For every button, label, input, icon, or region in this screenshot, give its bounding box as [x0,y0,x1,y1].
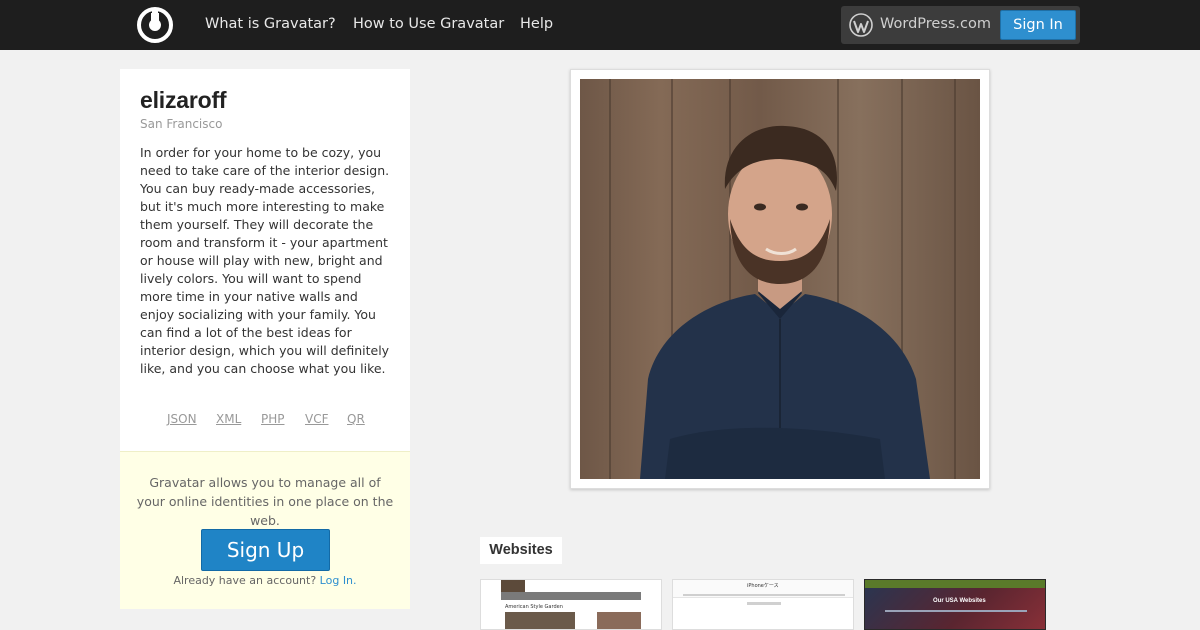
signup-promo: Gravatar allows you to manage all of you… [120,451,410,609]
thumb-2-title: iPhoneケース [747,583,779,589]
profile-format-links: JSON XML PHP VCF QR [120,412,410,430]
promo-text: Gravatar allows you to manage all of you… [136,475,394,528]
avatar-frame [570,69,990,489]
thumb-3-flag-background [865,588,1045,629]
format-xml-link[interactable]: XML [216,412,241,426]
sign-up-button[interactable]: Sign Up [201,529,330,571]
thumb-2-text-line [747,602,781,605]
format-vcf-link[interactable]: VCF [305,412,329,426]
wordpress-label[interactable]: WordPress.com [880,16,991,32]
profile-location: San Francisco [140,117,223,131]
profile-card: elizaroff San Francisco In order for you… [120,69,410,451]
wordpress-icon [849,13,873,37]
thumb-3-text-line [885,610,1027,612]
thumb-2-menu-line [683,594,845,596]
sign-in-button[interactable]: Sign In [1000,10,1076,40]
thumb-1-side-photo [597,612,641,629]
profile-username: elizaroff [140,87,227,113]
wordpress-login-box: WordPress.com Sign In [841,6,1080,44]
format-qr-link[interactable]: QR [347,412,365,426]
log-in-link[interactable]: Log In. [320,574,357,587]
promo-login-line: Already have an account? Log In. [120,574,410,587]
thumb-1-header-bar [501,592,641,600]
format-php-link[interactable]: PHP [261,412,285,426]
nav-help[interactable]: Help [520,16,553,32]
thumb-1-photo [505,612,575,629]
website-thumbnail-1[interactable]: American Style Garden [480,579,662,630]
thumb-3-title: Our USA Websites [933,598,986,604]
gravatar-logo-icon[interactable] [137,7,173,43]
profile-bio: In order for your home to be cozy, you n… [140,145,390,376]
thumb-1-logo [501,580,525,592]
top-bar: What is Gravatar? How to Use Gravatar He… [0,0,1200,50]
nav-what-is-gravatar[interactable]: What is Gravatar? [205,16,336,32]
website-thumbnail-2[interactable]: iPhoneケース [672,579,854,630]
websites-heading: Websites [480,537,562,564]
thumb-3-header-bar [865,580,1045,588]
thumb-1-title: American Style Garden [505,604,563,610]
website-thumbnail-3[interactable]: Our USA Websites [864,579,1046,630]
nav-how-to-use[interactable]: How to Use Gravatar [353,16,504,32]
avatar-photo [580,79,980,479]
login-prompt: Already have an account? [173,574,317,587]
format-json-link[interactable]: JSON [167,412,197,426]
